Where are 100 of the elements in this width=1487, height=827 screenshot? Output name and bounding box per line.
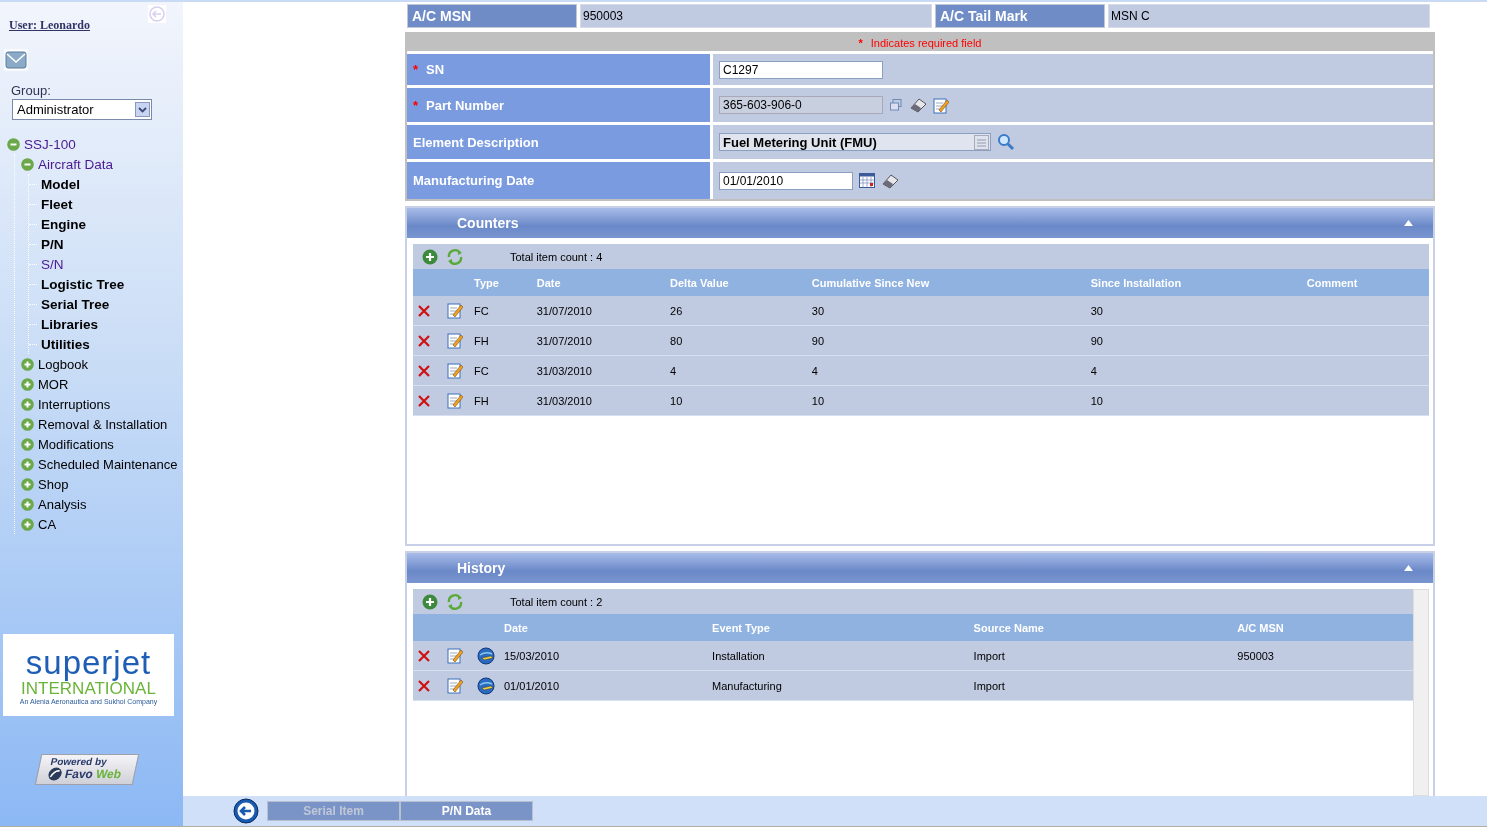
table-cell: 30 [811,304,825,317]
table-cell: 30 [1090,304,1103,317]
tree-item[interactable]: Logbook [38,356,88,372]
table-cell: FC [474,364,489,377]
edit-icon[interactable] [447,392,463,409]
table-cell: 4 [670,364,677,377]
tree-item[interactable]: Fleet [41,196,73,212]
brand-text: Favo [63,767,95,781]
tree-item[interactable]: Model [41,176,80,192]
field-label: Part Number [426,97,505,113]
globe-plane-icon [477,646,495,665]
tree-item[interactable]: Scheduled Maintenance [38,456,178,472]
list-icon[interactable] [974,134,989,150]
item-count: Total item count : 4 [510,250,603,263]
header-label: A/C MSN [407,4,577,28]
tree-item[interactable]: P/N [41,236,64,252]
tree-item[interactable]: Removal & Installation [38,416,168,432]
table-cell: FC [474,304,489,317]
edit-icon[interactable] [447,677,463,694]
favoweb-logo-icon [46,767,64,781]
table-cell: 90 [811,334,825,347]
column-header: Source Name [972,614,1237,641]
date-input[interactable]: 01/01/2010 [719,171,853,190]
description-lookup-field[interactable]: Fuel Metering Unit (FMU) [719,133,991,151]
tree-item[interactable]: SSJ-100 [24,136,76,152]
column-header: A/C MSN [1236,614,1413,641]
refresh-icon[interactable] [446,247,464,266]
calendar-icon[interactable] [859,173,875,188]
expand-icon[interactable] [21,397,34,411]
table-cell: 31/03/2010 [536,364,592,377]
tree-item[interactable]: Modifications [38,436,114,452]
tree-item[interactable]: Logistic Tree [41,276,125,292]
expand-icon[interactable] [21,457,34,471]
table-cell: 26 [670,304,683,317]
table-cell: Installation [712,649,765,662]
edit-icon[interactable] [933,96,949,114]
delete-icon[interactable] [417,303,431,318]
table-cell: Manufacturing [712,679,782,692]
expand-icon[interactable] [21,437,34,451]
tree-item[interactable]: MOR [38,376,69,392]
delete-icon[interactable] [417,363,431,378]
table-cell: 90 [1090,334,1103,347]
column-header: Comment [1305,269,1429,296]
group-label: Group: [11,83,52,98]
mail-icon[interactable] [4,49,28,71]
expand-icon[interactable] [21,477,34,491]
edit-icon[interactable] [447,302,463,319]
sn-input[interactable]: C1297 [719,60,883,79]
collapse-arrow-icon[interactable] [1404,220,1413,226]
expand-icon[interactable] [21,417,34,431]
table-cell: 10 [670,394,683,407]
group-select[interactable]: Administrator [12,99,152,120]
tree-item[interactable]: Libraries [41,316,99,332]
powered-by-label: Powered by [49,756,109,767]
expand-icon[interactable] [21,357,34,371]
table-cell: 10 [811,394,825,407]
tree-item[interactable]: Aircraft Data [38,156,114,172]
delete-icon[interactable] [417,393,431,408]
scrollbar[interactable] [1413,589,1429,796]
delete-icon[interactable] [417,678,431,693]
tree-item[interactable]: S/N [41,256,64,272]
tree-item[interactable]: CA [38,516,57,532]
eraser-icon[interactable] [909,97,927,113]
table-cell: 31/03/2010 [536,394,592,407]
table-cell: 01/01/2010 [504,679,560,692]
tree-item[interactable]: Interruptions [38,396,111,412]
header-value: MSN C [1108,4,1430,28]
header-label: A/C Tail Mark [935,4,1105,28]
add-icon[interactable] [422,248,438,265]
edit-icon[interactable] [447,332,463,349]
collapse-arrow-icon[interactable] [1404,565,1413,571]
search-icon[interactable] [997,133,1015,151]
eraser-icon[interactable] [881,172,899,189]
collapse-icon[interactable] [7,137,20,151]
add-icon[interactable] [422,593,438,610]
required-note: Indicates required field [870,37,982,49]
delete-icon[interactable] [417,648,431,663]
back-button-icon[interactable] [233,798,259,824]
tree-item[interactable]: Serial Tree [41,296,110,312]
tree-item[interactable]: Analysis [38,496,87,512]
user-link[interactable]: User: Leonardo [9,18,90,33]
expand-icon[interactable] [21,377,34,391]
edit-icon[interactable] [447,647,463,664]
window-icon[interactable] [889,98,903,112]
required-mark: * [413,97,419,113]
column-header: Date [535,269,670,296]
delete-icon[interactable] [417,333,431,348]
refresh-icon[interactable] [446,592,464,611]
column-header: Event Type [711,614,973,641]
globe-plane-icon [477,676,495,695]
table-cell: 80 [670,334,683,347]
expand-icon[interactable] [21,497,34,511]
expand-icon[interactable] [21,517,34,531]
tree-item[interactable]: Utilities [41,336,90,352]
edit-icon[interactable] [447,362,463,379]
tree-item[interactable]: Engine [41,216,86,232]
table-cell: 31/07/2010 [536,334,592,347]
tree-item[interactable]: Shop [38,476,69,492]
collapse-icon[interactable] [21,157,34,171]
item-count: Total item count : 2 [510,595,603,608]
